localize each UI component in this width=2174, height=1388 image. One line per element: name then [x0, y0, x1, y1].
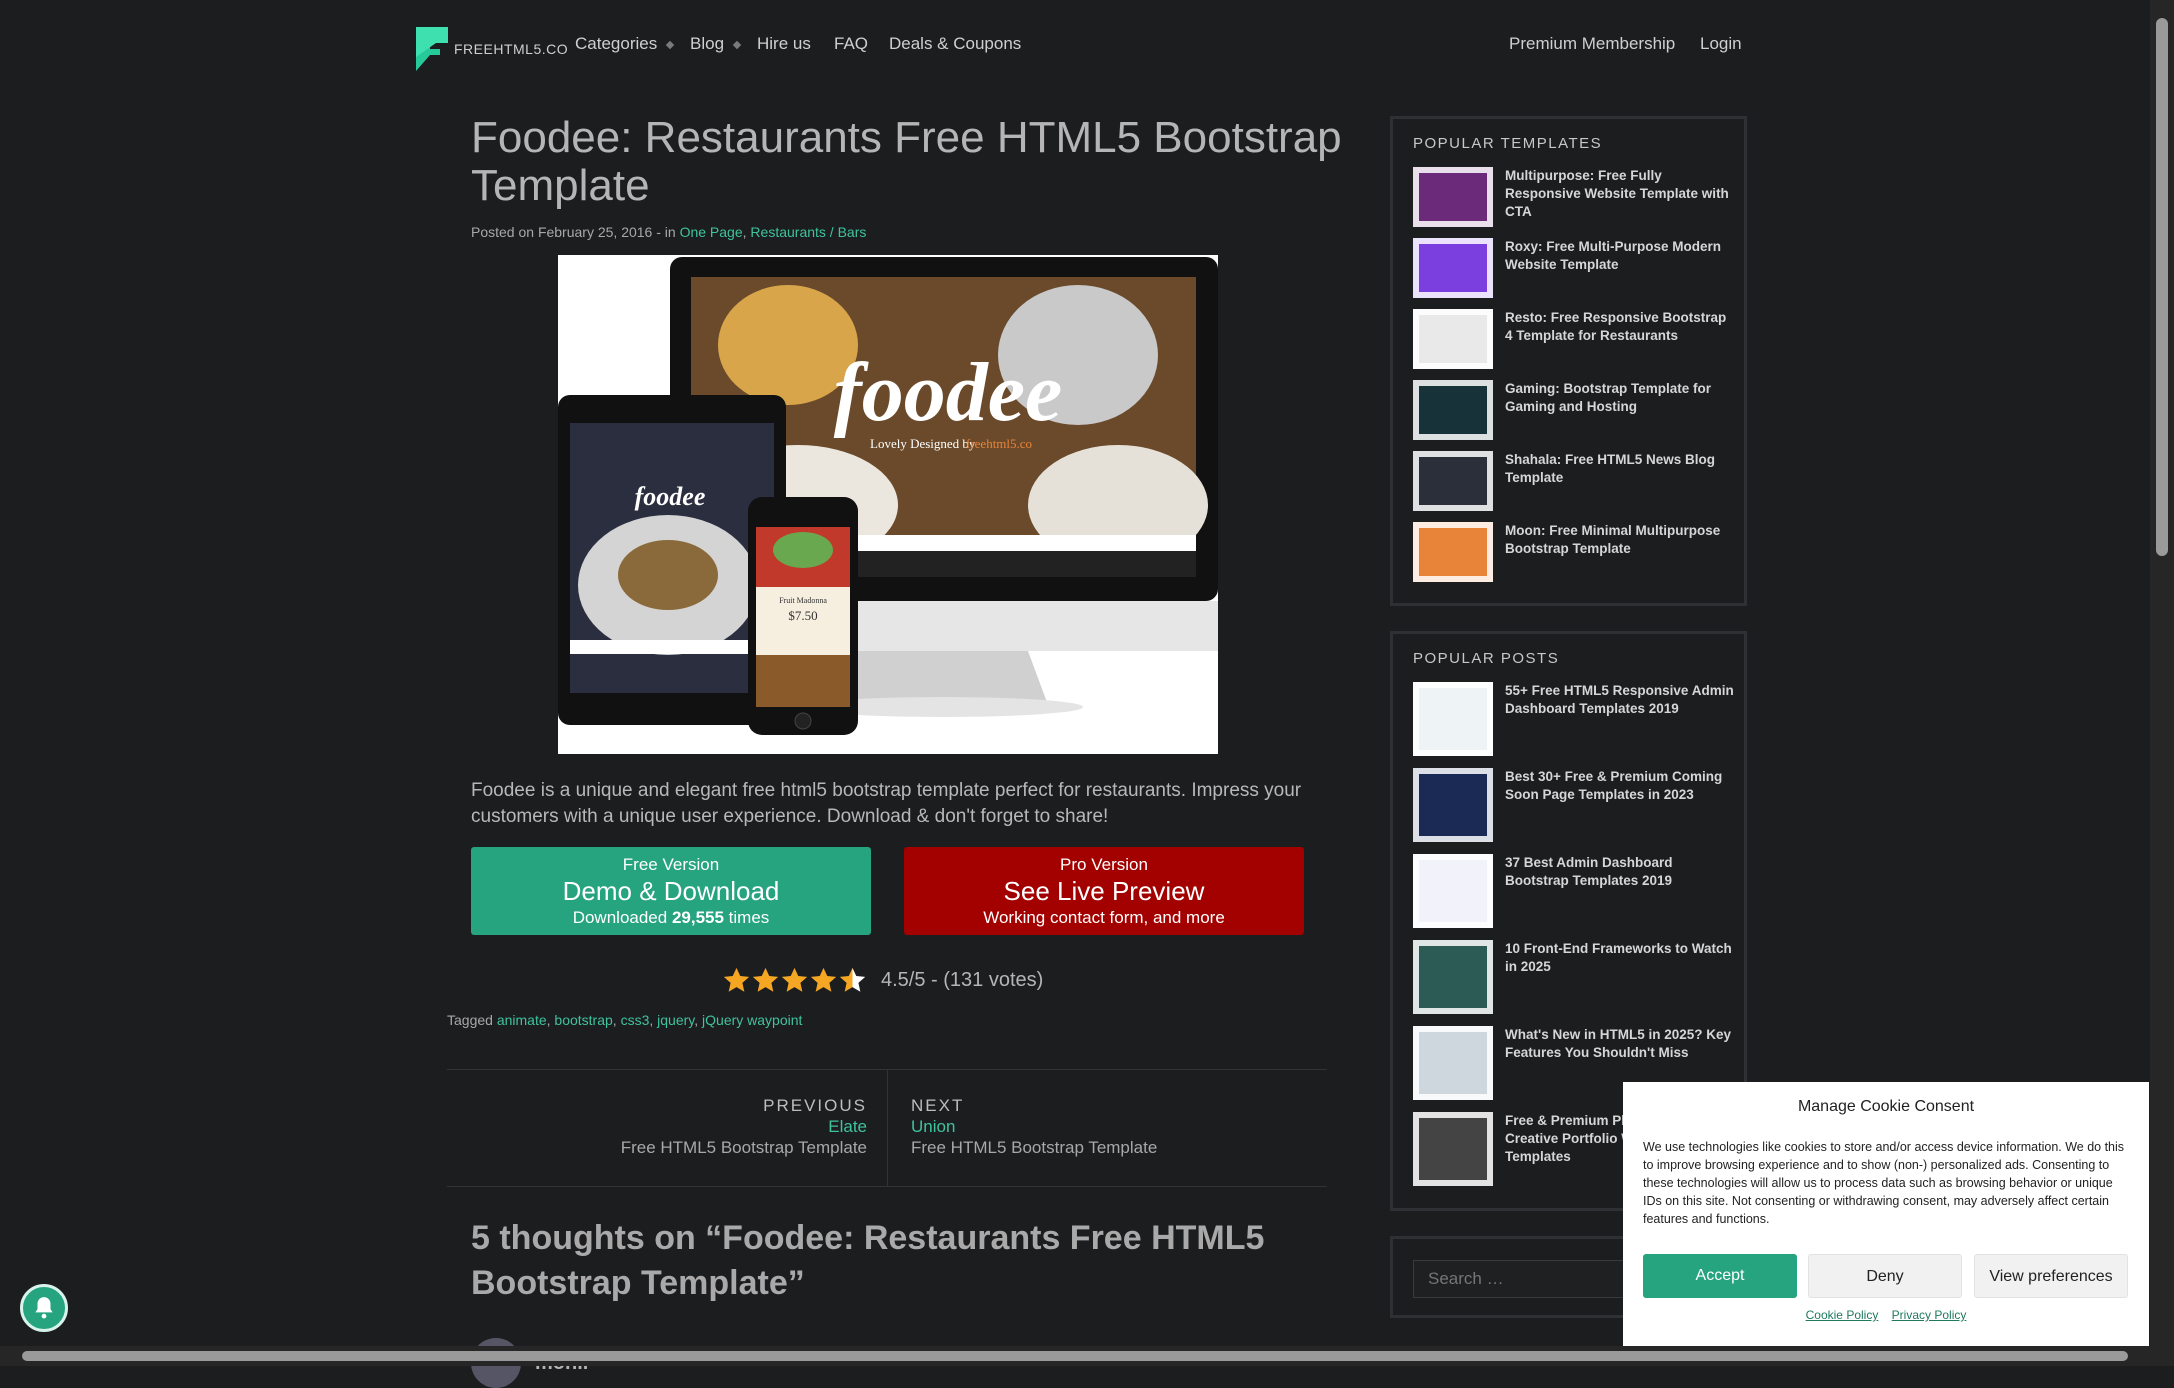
star-icon[interactable] [751, 966, 780, 995]
search-input[interactable] [1413, 1260, 1633, 1298]
next-post-link[interactable]: NEXT Union Free HTML5 Bootstrap Template [911, 1096, 1157, 1158]
cookie-accept-button[interactable]: Accept [1643, 1254, 1797, 1298]
logo-text: FREEHTML5.CO [454, 41, 569, 57]
previous-post-link[interactable]: PREVIOUS Elate Free HTML5 Bootstrap Temp… [621, 1096, 867, 1158]
post-item[interactable]: Best 30+ Free & Premium Coming Soon Page… [1413, 768, 1735, 842]
cookie-body: We use technologies like cookies to stor… [1643, 1140, 2125, 1226]
post-item[interactable]: 37 Best Admin Dashboard Bootstrap Templa… [1413, 854, 1735, 928]
cookie-preferences-button[interactable]: View preferences [1974, 1254, 2128, 1298]
cookie-deny-button[interactable]: Deny [1808, 1254, 1962, 1298]
post-thumbnail [1413, 854, 1493, 928]
hero-dish: Fruit Madonna [779, 596, 827, 605]
nav-login[interactable]: Login [1700, 34, 1742, 54]
category-link[interactable]: Restaurants / Bars [750, 224, 866, 240]
horizontal-scrollbar[interactable] [0, 1346, 2150, 1366]
post-item[interactable]: 55+ Free HTML5 Responsive Admin Dashboar… [1413, 682, 1735, 756]
template-item[interactable]: Resto: Free Responsive Bootstrap 4 Templ… [1413, 309, 1735, 369]
star-icon[interactable] [809, 966, 838, 995]
page-title: Foodee: Restaurants Free HTML5 Bootstrap… [471, 113, 1342, 210]
hero-brand: foodee [834, 346, 1063, 439]
scrollbar-thumb[interactable] [2156, 18, 2168, 556]
tag-link[interactable]: animate [497, 1012, 547, 1028]
hero-image: foodee Lovely Designed by freehtml5.co f… [558, 255, 1218, 754]
comments-title: 5 thoughts on “Foodee: Restaurants Free … [471, 1219, 1265, 1302]
template-item[interactable]: Gaming: Bootstrap Template for Gaming an… [1413, 380, 1735, 440]
popular-templates-widget: POPULAR TEMPLATES Multipurpose: Free Ful… [1390, 116, 1747, 606]
hero-tagline: Lovely Designed by [870, 436, 976, 451]
post-item[interactable]: 10 Front-End Frameworks to Watch in 2025 [1413, 940, 1735, 1014]
post-thumbnail [1413, 940, 1493, 1014]
post-meta: Posted on February 25, 2016 - in One Pag… [471, 224, 867, 240]
post-thumbnail [1413, 1112, 1493, 1186]
nav-deals-coupons[interactable]: Deals & Coupons [889, 34, 1021, 54]
template-thumbnail [1413, 167, 1493, 227]
logo-icon [416, 27, 448, 71]
vertical-scrollbar[interactable] [2150, 0, 2174, 1366]
star-half-icon[interactable] [838, 966, 867, 995]
nav-blog[interactable]: Blog [690, 34, 742, 54]
post-excerpt: Foodee is a unique and elegant free html… [471, 780, 1302, 827]
nav-categories[interactable]: Categories [575, 34, 675, 54]
bell-icon [35, 1297, 53, 1319]
post-thumbnail [1413, 1026, 1493, 1100]
site-logo[interactable]: FREEHTML5.CO [416, 27, 568, 71]
cookie-title: Manage Cookie Consent [1797, 1098, 1975, 1115]
post-thumbnail [1413, 682, 1493, 756]
category-link[interactable]: One Page [680, 224, 743, 240]
post-navigation: PREVIOUS Elate Free HTML5 Bootstrap Temp… [447, 1069, 1327, 1187]
notification-bell-button[interactable] [20, 1284, 68, 1332]
widget-title: POPULAR TEMPLATES [1413, 135, 1603, 152]
post-thumbnail [1413, 768, 1493, 842]
template-item[interactable]: Roxy: Free Multi-Purpose Modern Website … [1413, 238, 1735, 298]
template-thumbnail [1413, 380, 1493, 440]
cookie-consent-banner: Manage Cookie Consent We use technologie… [1623, 1082, 2149, 1366]
tag-link[interactable]: jQuery waypoint [702, 1012, 802, 1028]
template-item[interactable]: Multipurpose: Free Fully Responsive Webs… [1413, 167, 1735, 227]
cookie-links: Cookie Policy Privacy Policy [1623, 1308, 2149, 1322]
caret-down-icon [665, 40, 675, 49]
star-icon[interactable] [780, 966, 809, 995]
divider [887, 1070, 888, 1186]
nav-faq[interactable]: FAQ [834, 34, 868, 54]
tag-link[interactable]: jquery [657, 1012, 694, 1028]
hero-tagline-brand: freehtml5.co [966, 436, 1032, 451]
widget-title: POPULAR POSTS [1413, 650, 1560, 667]
hero-price: $7.50 [788, 608, 817, 623]
template-item[interactable]: Moon: Free Minimal Multipurpose Bootstra… [1413, 522, 1735, 582]
star-icon[interactable] [722, 966, 751, 995]
cookie-policy-link[interactable]: Cookie Policy [1806, 1308, 1879, 1322]
template-thumbnail [1413, 522, 1493, 582]
privacy-policy-link[interactable]: Privacy Policy [1892, 1308, 1967, 1322]
rating-text: 4.5/5 - (131 votes) [881, 968, 1044, 991]
scrollbar-thumb[interactable] [22, 1351, 2128, 1361]
nav-premium-membership[interactable]: Premium Membership [1509, 34, 1675, 54]
template-item[interactable]: Shahala: Free HTML5 News Blog Template [1413, 451, 1735, 511]
caret-down-icon [732, 40, 742, 49]
tag-link[interactable]: css3 [621, 1012, 650, 1028]
template-thumbnail [1413, 309, 1493, 369]
nav-hire-us[interactable]: Hire us [757, 34, 811, 54]
template-thumbnail [1413, 238, 1493, 298]
download-count: 29,555 [671, 908, 724, 927]
tag-link[interactable]: bootstrap [554, 1012, 612, 1028]
demo-download-button[interactable]: Free Version Demo & Download Downloaded … [471, 847, 871, 935]
hero-tablet-brand: foodee [635, 482, 706, 511]
top-navigation: FREEHTML5.CO Categories Blog Hire us FAQ… [0, 0, 2150, 94]
post-tags: Tagged animate, bootstrap, css3, jquery,… [447, 1012, 803, 1028]
live-preview-button[interactable]: Pro Version See Live Preview Working con… [904, 847, 1304, 935]
star-rating[interactable]: 4.5/5 - (131 votes) [722, 964, 1043, 996]
template-thumbnail [1413, 451, 1493, 511]
post-date: Posted on February 25, 2016 - in [471, 224, 680, 240]
